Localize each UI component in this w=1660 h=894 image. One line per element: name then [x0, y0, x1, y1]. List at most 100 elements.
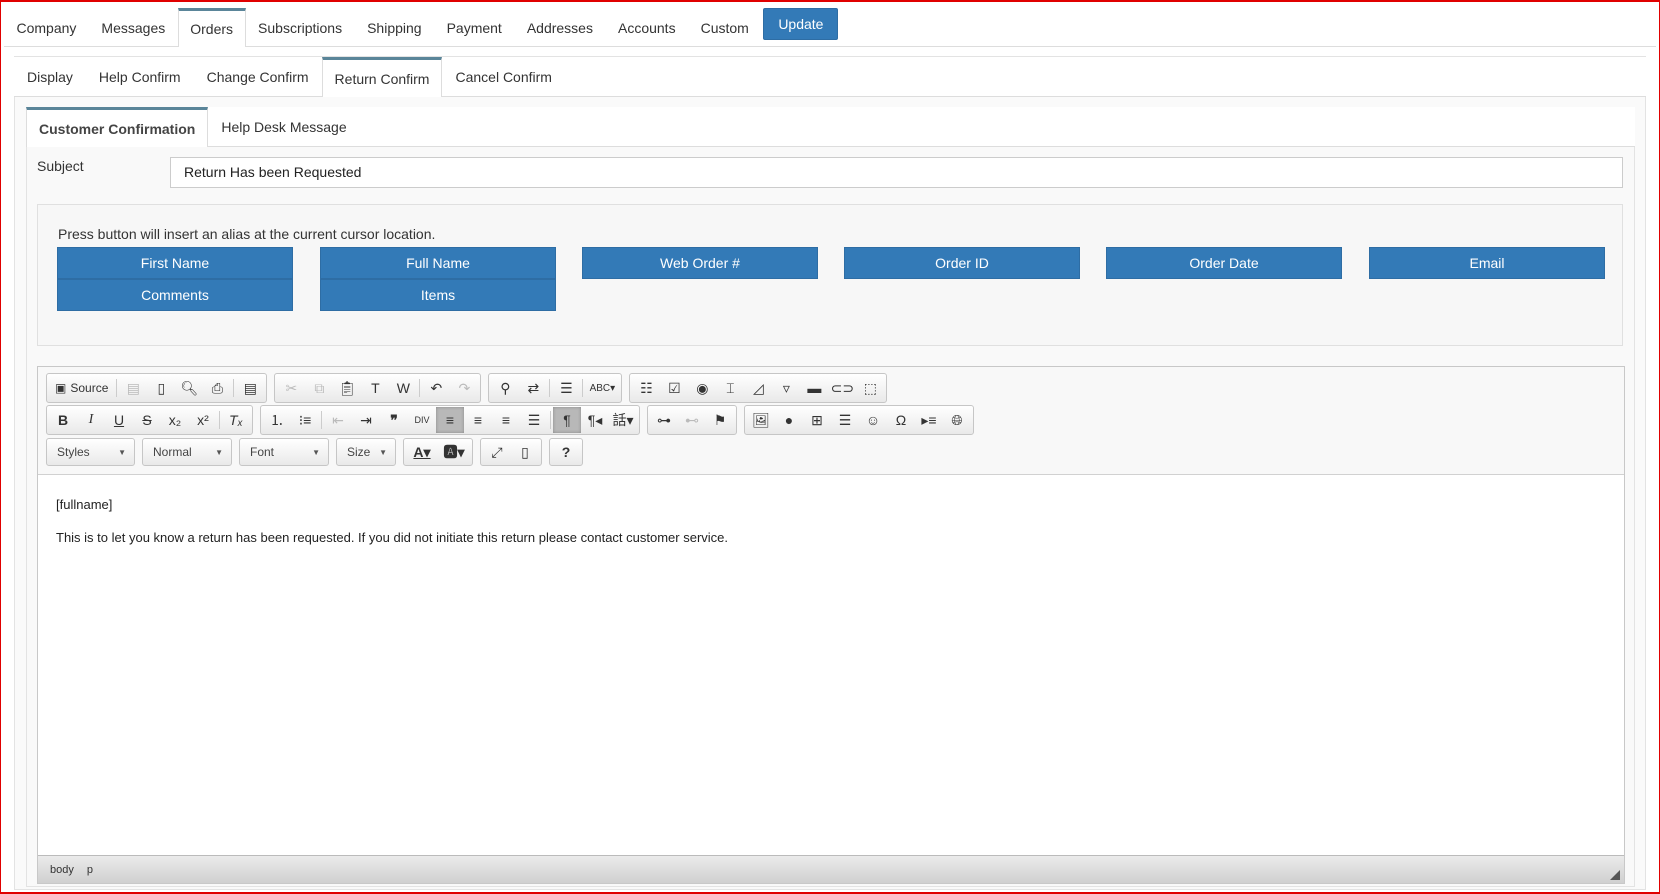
tab-return-confirm[interactable]: Return Confirm: [321, 57, 443, 97]
tab-addresses[interactable]: Addresses: [514, 8, 605, 46]
alias-hint: Press button will insert an alias at the…: [58, 226, 436, 242]
undo-icon[interactable]: ↶: [422, 375, 450, 401]
ltr-icon[interactable]: ¶: [553, 407, 581, 433]
tab-customer-confirmation[interactable]: Customer Confirmation: [26, 107, 209, 147]
special-char-icon[interactable]: Ω: [887, 407, 915, 433]
copy-icon[interactable]: ⧉: [305, 375, 333, 401]
checkbox-icon[interactable]: ☑: [660, 375, 688, 401]
source-label: Source: [70, 381, 109, 395]
update-button[interactable]: Update: [763, 8, 839, 40]
templates-icon[interactable]: ▤: [236, 375, 264, 401]
bulleted-list-icon[interactable]: ⁝≡: [291, 407, 319, 433]
select-field-icon[interactable]: ▿: [772, 375, 800, 401]
tab-company[interactable]: Company: [4, 8, 89, 46]
image-icon[interactable]: 🖼︎: [747, 407, 775, 433]
paste-text-icon[interactable]: T: [361, 375, 389, 401]
format-dropdown[interactable]: Normal ▼: [142, 438, 232, 466]
alias-email-button[interactable]: Email: [1369, 247, 1605, 279]
underline-icon[interactable]: U: [105, 407, 133, 433]
indent-icon[interactable]: ⇥: [352, 407, 380, 433]
styles-dropdown[interactable]: Styles ▼: [46, 438, 135, 466]
replace-icon[interactable]: ⇄: [519, 375, 547, 401]
div-icon[interactable]: DIV: [408, 407, 436, 433]
background-color-icon[interactable]: 🅰︎▾: [438, 439, 470, 465]
alias-web-order-button[interactable]: Web Order #: [582, 247, 818, 279]
link-icon[interactable]: ⊶: [650, 407, 678, 433]
select-all-icon[interactable]: ☰: [552, 375, 580, 401]
bold-icon[interactable]: B: [49, 407, 77, 433]
align-left-icon[interactable]: ≡: [436, 407, 464, 433]
paste-word-icon[interactable]: W: [389, 375, 417, 401]
alias-order-date-button[interactable]: Order Date: [1106, 247, 1342, 279]
alias-comments-button[interactable]: Comments: [57, 279, 293, 311]
flash-icon[interactable]: ●: [775, 407, 803, 433]
form-icon[interactable]: ☷: [632, 375, 660, 401]
smiley-icon[interactable]: ☺: [859, 407, 887, 433]
new-page-icon[interactable]: ▯: [147, 375, 175, 401]
tab-accounts[interactable]: Accounts: [605, 8, 688, 46]
find-icon[interactable]: ⚲: [491, 375, 519, 401]
justify-icon[interactable]: ☰: [520, 407, 548, 433]
strike-icon[interactable]: S: [133, 407, 161, 433]
superscript-icon[interactable]: x²: [189, 407, 217, 433]
spellcheck-icon[interactable]: ABC▾: [585, 375, 619, 401]
redo-icon[interactable]: ↷: [450, 375, 478, 401]
tab-orders[interactable]: Orders: [177, 8, 246, 47]
path-body[interactable]: body: [50, 864, 74, 876]
textarea-icon[interactable]: ◿: [744, 375, 772, 401]
remove-format-icon[interactable]: Tₓ: [222, 407, 250, 433]
outdent-icon[interactable]: ⇤: [324, 407, 352, 433]
maximize-icon[interactable]: ⤢: [483, 439, 511, 465]
cut-icon[interactable]: ✂: [277, 375, 305, 401]
tab-display[interactable]: Display: [14, 57, 86, 96]
tab-help-confirm[interactable]: Help Confirm: [86, 57, 194, 96]
tab-custom[interactable]: Custom: [688, 8, 761, 46]
size-dropdown[interactable]: Size ▼: [336, 438, 396, 466]
hidden-field-icon[interactable]: ⬚: [856, 375, 884, 401]
alias-order-id-button[interactable]: Order ID: [844, 247, 1080, 279]
paste-icon[interactable]: 📋︎: [333, 375, 361, 401]
anchor-flag-icon[interactable]: ⚑: [706, 407, 734, 433]
source-button[interactable]: ▣ Source: [49, 381, 114, 395]
page-break-icon[interactable]: ▸≡: [915, 407, 943, 433]
subscript-icon[interactable]: x₂: [161, 407, 189, 433]
alias-full-name-button[interactable]: Full Name: [320, 247, 556, 279]
button-icon[interactable]: ▬: [800, 375, 828, 401]
align-right-icon[interactable]: ≡: [492, 407, 520, 433]
tab-payment[interactable]: Payment: [434, 8, 514, 46]
tab-subscriptions[interactable]: Subscriptions: [246, 8, 355, 46]
alias-first-name-button[interactable]: First Name: [57, 247, 293, 279]
table-icon[interactable]: ⊞: [803, 407, 831, 433]
image-button-icon[interactable]: ⊂⊃: [828, 375, 856, 401]
subject-input[interactable]: Return Has been Requested: [170, 157, 1623, 188]
italic-icon[interactable]: I: [77, 407, 105, 433]
help-icon[interactable]: ?: [552, 439, 580, 465]
save-icon[interactable]: ▤: [119, 375, 147, 401]
iframe-globe-icon[interactable]: 🌐︎: [943, 407, 971, 433]
chevron-down-icon: ▼: [118, 447, 126, 457]
unlink-icon[interactable]: ⊷: [678, 407, 706, 433]
alias-items-button[interactable]: Items: [320, 279, 556, 311]
language-icon[interactable]: 話▾: [609, 407, 637, 433]
horizontal-rule-icon[interactable]: ☰: [831, 407, 859, 433]
preview-icon[interactable]: 🔍︎: [175, 375, 203, 401]
show-blocks-icon[interactable]: ▯: [511, 439, 539, 465]
editor-content[interactable]: [fullname] This is to let you know a ret…: [56, 475, 728, 545]
format-label: Normal: [153, 445, 192, 459]
radio-icon[interactable]: ◉: [688, 375, 716, 401]
tab-help-desk-message[interactable]: Help Desk Message: [208, 107, 359, 146]
font-dropdown[interactable]: Font ▼: [239, 438, 329, 466]
text-color-icon[interactable]: A▾: [406, 439, 438, 465]
tab-change-confirm[interactable]: Change Confirm: [194, 57, 322, 96]
resize-grip-icon[interactable]: [1610, 870, 1620, 880]
print-icon[interactable]: ⎙: [203, 375, 231, 401]
rtl-icon[interactable]: ¶◂: [581, 407, 609, 433]
text-field-icon[interactable]: ⌶: [716, 375, 744, 401]
align-center-icon[interactable]: ≡: [464, 407, 492, 433]
path-p[interactable]: p: [87, 864, 93, 876]
tab-cancel-confirm[interactable]: Cancel Confirm: [442, 57, 564, 96]
blockquote-icon[interactable]: ❞: [380, 407, 408, 433]
tab-messages[interactable]: Messages: [89, 8, 178, 46]
numbered-list-icon[interactable]: ⒈: [263, 407, 291, 433]
tab-shipping[interactable]: Shipping: [355, 8, 435, 46]
